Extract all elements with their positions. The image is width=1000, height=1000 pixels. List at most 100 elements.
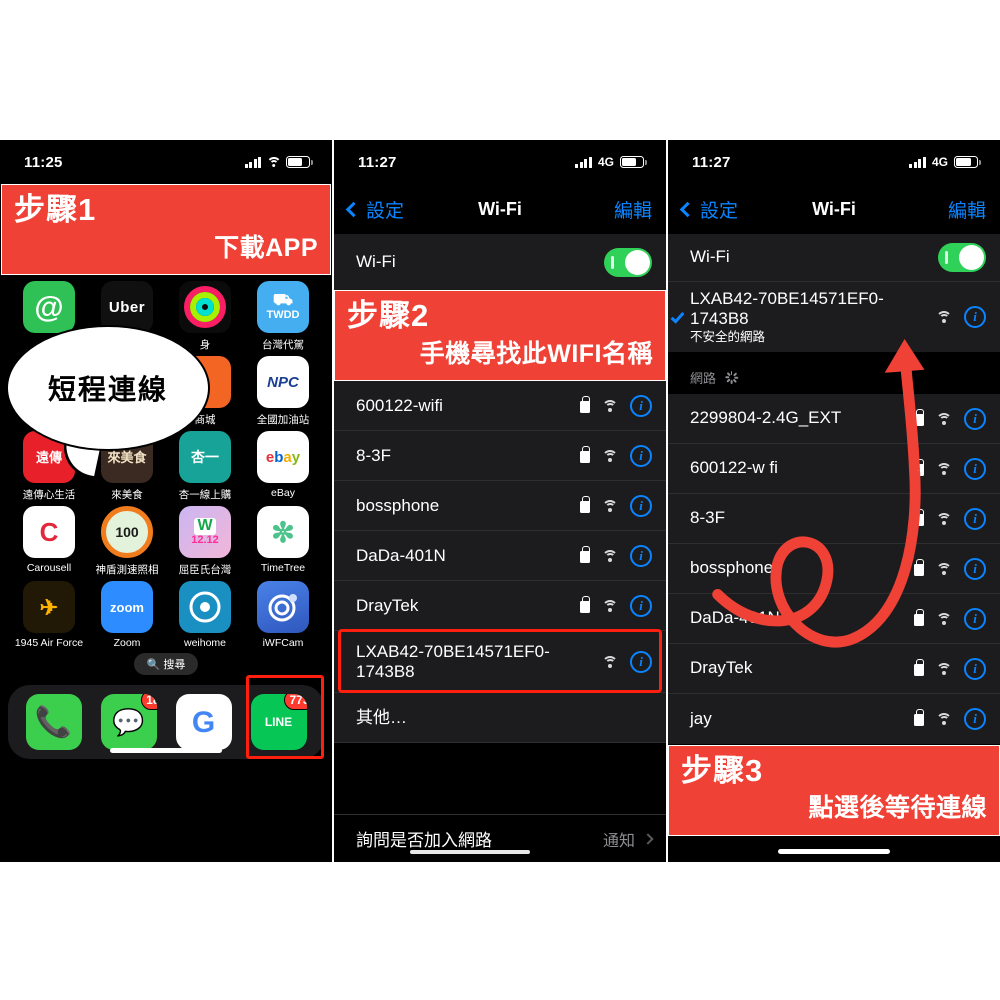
scroll-indicator[interactable] <box>410 850 530 854</box>
home-indicator-area <box>668 836 1000 862</box>
status-bar: 11:25 <box>0 140 332 184</box>
chevron-right-icon <box>642 832 654 845</box>
step3-banner: 步驟3 點選後等待連線 <box>668 744 1000 836</box>
npc-icon[interactable]: NPC <box>257 356 309 409</box>
info-button[interactable]: i <box>964 306 986 328</box>
app-tile[interactable]: NPC 全國加油站 <box>244 356 322 427</box>
network-type-label: 4G <box>597 155 614 169</box>
search-pill[interactable]: 🔍 搜尋 <box>134 653 198 676</box>
app-tile[interactable]: 身 <box>166 281 244 352</box>
row-icons: i <box>914 407 986 430</box>
app-tile[interactable]: 100 神盾測速照相 <box>88 506 166 577</box>
app-tile[interactable]: ⛟ TWDD 台灣代駕 <box>244 281 322 352</box>
phone-panels: 11:25 步驟1 下載APP @ UberUber 身 <box>0 140 1000 862</box>
wifi-network-row[interactable]: jay i <box>668 694 1000 744</box>
info-button[interactable]: i <box>630 444 652 467</box>
info-button[interactable]: i <box>964 507 986 530</box>
wifi-signal-icon <box>936 562 952 575</box>
info-button[interactable]: i <box>964 657 986 680</box>
wifi-network-row[interactable]: bossphone i <box>334 481 666 532</box>
wifi-network-row[interactable]: 8-3F i <box>668 494 1000 544</box>
info-button[interactable]: i <box>630 544 652 567</box>
app-tile-iwfcam[interactable]: iWFCam <box>244 581 322 649</box>
lock-icon <box>914 608 924 626</box>
wifi-toggle-label: Wi-Fi <box>356 251 396 271</box>
dock-item[interactable]: 💬 18 <box>100 694 157 751</box>
lock-icon <box>914 408 924 426</box>
wifi-network-row[interactable]: 600122-wifi i <box>334 381 666 432</box>
row-icons: i <box>914 457 986 480</box>
watsons-icon[interactable]: W 12.12 <box>179 506 231 559</box>
info-button[interactable]: i <box>630 494 652 517</box>
ebay-icon[interactable]: ebay <box>257 431 309 484</box>
line-icon[interactable]: LINE 773 <box>250 694 307 751</box>
ssid-label: 8-3F <box>690 508 725 528</box>
wifi-network-row[interactable]: DrayTek i <box>334 581 666 632</box>
uber-icon[interactable]: Uber <box>101 281 153 334</box>
at-sign-icon[interactable]: @ <box>23 281 75 334</box>
back-button[interactable]: 設定 <box>679 196 738 223</box>
info-button[interactable]: i <box>630 650 652 673</box>
dock-item[interactable]: G <box>175 694 232 751</box>
iwfcam-icon[interactable] <box>257 581 309 634</box>
cellular-bars-icon <box>244 156 261 168</box>
row-icons: i <box>580 494 652 517</box>
info-button[interactable]: i <box>964 708 986 730</box>
lock-icon <box>580 395 590 413</box>
dock-item[interactable]: LINE 773 <box>250 694 307 751</box>
ask-to-join-label: 詢問是否加入網路 <box>356 831 492 850</box>
wifi-toggle-group: Wi-Fi <box>334 234 666 290</box>
wifi-network-row[interactable]: DrayTek i <box>668 644 1000 694</box>
wifi-toggle-row[interactable]: Wi-Fi <box>334 234 666 290</box>
wifi-other-row[interactable]: 其他… <box>334 693 666 744</box>
info-button[interactable]: i <box>964 407 986 430</box>
1945-airforce-icon[interactable]: ✈ <box>23 581 75 634</box>
app-tile[interactable]: W 12.12 屈臣氏台灣 <box>166 506 244 577</box>
app-tile[interactable]: zoom Zoom <box>88 581 166 649</box>
app-tile[interactable]: C Carousell <box>10 506 88 577</box>
wifi-network-row-target[interactable]: LXAB42-70BE14571EF0-1743B8 i <box>334 631 666 694</box>
edit-button[interactable]: 編輯 <box>614 196 652 223</box>
messages-icon[interactable]: 💬 18 <box>100 694 157 751</box>
wifi-toggle-row[interactable]: Wi-Fi <box>668 234 1000 282</box>
ssid-label: bossphone <box>690 558 774 578</box>
app-tile[interactable]: ✈ 1945 Air Force <box>10 581 88 649</box>
info-button[interactable]: i <box>964 607 986 630</box>
speedcam-icon[interactable]: 100 <box>101 506 153 559</box>
app-label: 1945 Air Force <box>14 637 84 650</box>
ask-to-join-row[interactable]: 詢問是否加入網路 通知 <box>334 814 666 862</box>
info-button[interactable]: i <box>964 557 986 580</box>
lock-icon <box>914 658 924 676</box>
wifi-network-row[interactable]: 2299804-2.4G_EXT i <box>668 394 1000 444</box>
wifi-network-list: 2299804-2.4G_EXT i 600122-w fi i 8-3F i … <box>668 394 1000 744</box>
info-button[interactable]: i <box>630 594 652 617</box>
app-tile[interactable]: ✼ TimeTree <box>244 506 322 577</box>
info-button[interactable]: i <box>964 457 986 480</box>
app-tile[interactable]: 杏一 杏一線上購 <box>166 431 244 502</box>
phone-icon[interactable]: 📞 <box>25 694 82 751</box>
wifi-toggle[interactable] <box>938 243 986 272</box>
info-button[interactable]: i <box>630 394 652 417</box>
edit-button[interactable]: 編輯 <box>948 196 986 223</box>
connected-network-row[interactable]: LXAB42-70BE14571EF0-1743B8 不安全的網路 i <box>668 282 1000 352</box>
wifi-signal-icon <box>602 449 618 462</box>
back-button[interactable]: 設定 <box>345 196 404 223</box>
dock-item[interactable]: 📞 <box>25 694 82 751</box>
app-tile[interactable]: weihome <box>166 581 244 649</box>
app-tile[interactable]: e b a y eBay <box>244 431 322 502</box>
twdd-icon[interactable]: ⛟ TWDD <box>257 281 309 334</box>
wifi-network-row[interactable]: 8-3F i <box>334 431 666 482</box>
wifi-toggle[interactable] <box>604 247 652 277</box>
zoom-icon[interactable]: zoom <box>101 581 153 634</box>
carousell-icon[interactable]: C <box>23 506 75 559</box>
wifi-network-row[interactable]: bossphone i <box>668 544 1000 594</box>
wifi-network-row[interactable]: DaDa-401N i <box>668 594 1000 644</box>
timetree-icon[interactable]: ✼ <box>257 506 309 559</box>
xingyi-icon[interactable]: 杏一 <box>179 431 231 484</box>
wifi-network-row[interactable]: 600122-w fi i <box>668 444 1000 494</box>
row-icons: i <box>580 394 652 417</box>
weihome-icon[interactable] <box>179 581 231 634</box>
google-icon[interactable]: G <box>175 694 232 751</box>
wifi-network-row[interactable]: DaDa-401N i <box>334 531 666 582</box>
activity-rings-icon[interactable] <box>179 281 231 334</box>
